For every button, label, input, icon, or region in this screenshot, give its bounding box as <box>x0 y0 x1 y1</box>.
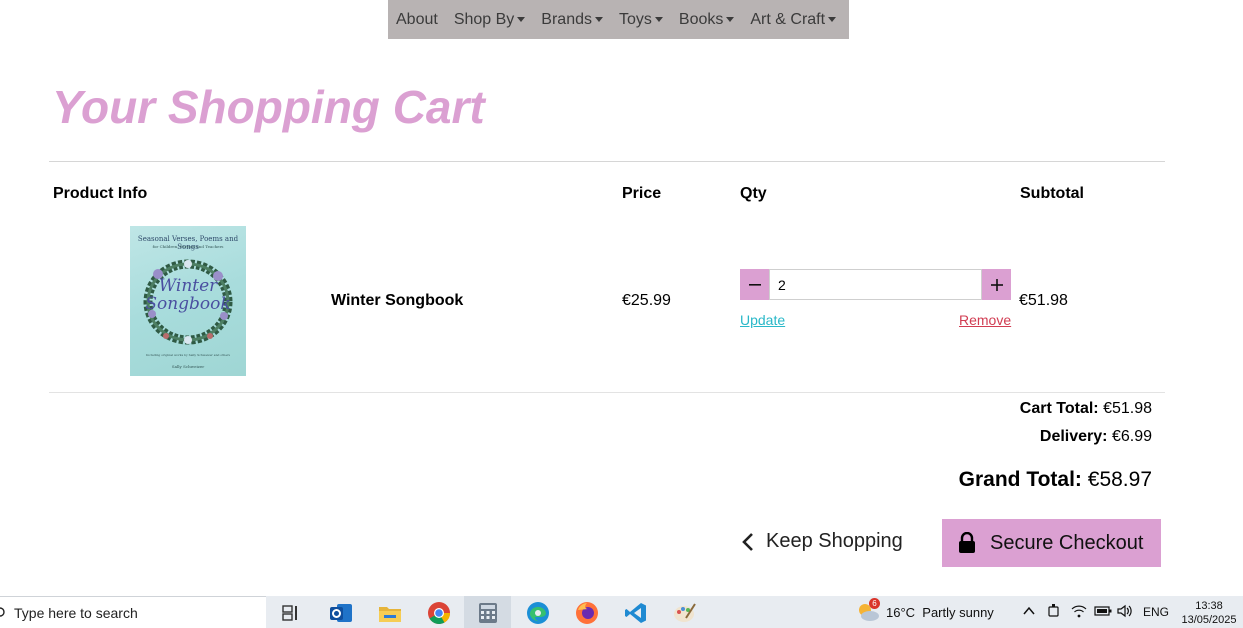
clock-date: 13/05/2025 <box>1181 614 1237 626</box>
nav-item-label: Toys <box>619 10 652 28</box>
caret-down-icon <box>654 17 663 22</box>
quantity-stepper <box>740 269 1011 300</box>
product-price: €25.99 <box>622 292 671 309</box>
battery-icon[interactable] <box>1094 604 1112 621</box>
chrome-icon[interactable] <box>427 602 451 624</box>
chevron-up-icon[interactable] <box>1022 604 1036 621</box>
weather-icon: 6 <box>856 598 880 623</box>
weather-widget[interactable]: 6 16°C Partly sunny <box>856 598 994 623</box>
caret-down-icon <box>726 17 735 22</box>
nav-item-label: Brands <box>541 10 592 28</box>
minus-icon <box>748 283 761 286</box>
divider <box>49 161 1165 162</box>
product-name: Winter Songbook <box>331 292 464 309</box>
nav-item-shop-by[interactable]: Shop By <box>453 10 526 29</box>
search-icon <box>0 606 5 617</box>
cover-sub-text: for Children, Parents and Teachers <box>152 244 224 249</box>
file-explorer-icon[interactable] <box>378 602 402 624</box>
caret-down-icon <box>517 17 526 22</box>
lock-icon <box>959 532 975 553</box>
clock[interactable]: 13:38 13/05/2025 <box>1178 599 1240 627</box>
header-qty: Qty <box>740 185 767 202</box>
vscode-icon[interactable] <box>624 602 648 624</box>
cart-total-value: €51.98 <box>1103 400 1152 417</box>
cover-title-line1: Winter <box>158 276 218 296</box>
quantity-input[interactable] <box>769 269 982 300</box>
calculator-icon[interactable] <box>476 602 500 624</box>
plus-icon <box>990 278 1003 291</box>
nav-item-about[interactable]: About <box>396 11 438 29</box>
secure-checkout-button[interactable]: Secure Checkout <box>942 519 1161 567</box>
decrease-qty-button[interactable] <box>740 269 769 300</box>
header-price: Price <box>622 185 662 202</box>
top-nav: About Shop By Brands Toys Books Art & Cr… <box>388 0 849 39</box>
cover-author: Sally Schweizer <box>171 364 205 369</box>
nav-item-books[interactable]: Books <box>678 10 735 29</box>
nav-item-toys[interactable]: Toys <box>619 11 663 29</box>
clock-time: 13:38 <box>1195 600 1223 612</box>
secure-checkout-label: Secure Checkout <box>990 531 1144 554</box>
product-subtotal: €51.98 <box>1019 292 1068 309</box>
wifi-icon[interactable] <box>1071 604 1087 621</box>
taskbar-search[interactable]: Type here to search <box>0 596 266 628</box>
weather-badge: 6 <box>869 598 880 609</box>
cover-title-line2: Songbook <box>145 294 231 314</box>
remove-link[interactable]: Remove <box>959 312 1011 328</box>
outlook-icon[interactable] <box>329 602 353 624</box>
grand-total: Grand Total: €58.97 <box>959 468 1152 492</box>
cover-foot-text: Including original works by Sally Schwei… <box>145 353 231 357</box>
product-image[interactable]: Seasonal Verses, Poems and Songs for Chi… <box>130 226 246 376</box>
nav-item-label: Art & Craft <box>750 10 826 28</box>
caret-down-icon <box>828 17 837 22</box>
meet-now-icon[interactable] <box>1047 604 1061 621</box>
header-subtotal: Subtotal <box>1020 185 1084 202</box>
taskbar: Type here to search 6 16°C Partly sunny <box>0 596 1243 628</box>
delivery-value: €6.99 <box>1111 428 1152 445</box>
weather-text: 16°C Partly sunny <box>886 604 994 620</box>
nav-item-label: Shop By <box>453 10 515 28</box>
nav-item-art-craft[interactable]: Art & Craft <box>750 10 837 29</box>
nav-item-brands[interactable]: Brands <box>541 11 603 29</box>
taskbar-search-placeholder: Type here to search <box>14 604 138 621</box>
nav-item-label: Books <box>678 10 724 28</box>
caret-down-icon <box>595 17 603 22</box>
increase-qty-button[interactable] <box>982 269 1011 300</box>
paint-icon[interactable] <box>673 602 697 624</box>
cart-total: Cart Total: €51.98 <box>1020 400 1152 418</box>
header-product-info: Product Info <box>53 185 148 202</box>
language-indicator[interactable]: ENG <box>1143 605 1169 619</box>
delivery-cost: Delivery: €6.99 <box>1040 428 1152 446</box>
keep-shopping-label: Keep Shopping <box>766 530 903 552</box>
chevron-left-icon <box>742 532 753 551</box>
divider <box>49 392 1165 393</box>
grand-total-label: Grand Total: <box>958 468 1082 491</box>
grand-total-value: €58.97 <box>1087 468 1152 491</box>
keep-shopping-button[interactable]: Keep Shopping <box>742 530 903 553</box>
edge-icon[interactable] <box>526 602 550 624</box>
task-view-icon[interactable] <box>279 602 303 624</box>
nav-item-label: About <box>396 10 438 28</box>
firefox-icon[interactable] <box>575 602 599 624</box>
cart-total-label: Cart Total: <box>1019 400 1099 417</box>
volume-icon[interactable] <box>1117 604 1133 621</box>
delivery-label: Delivery: <box>1039 428 1108 445</box>
update-link[interactable]: Update <box>740 312 785 328</box>
page-title: Your Shopping Cart <box>52 81 485 133</box>
